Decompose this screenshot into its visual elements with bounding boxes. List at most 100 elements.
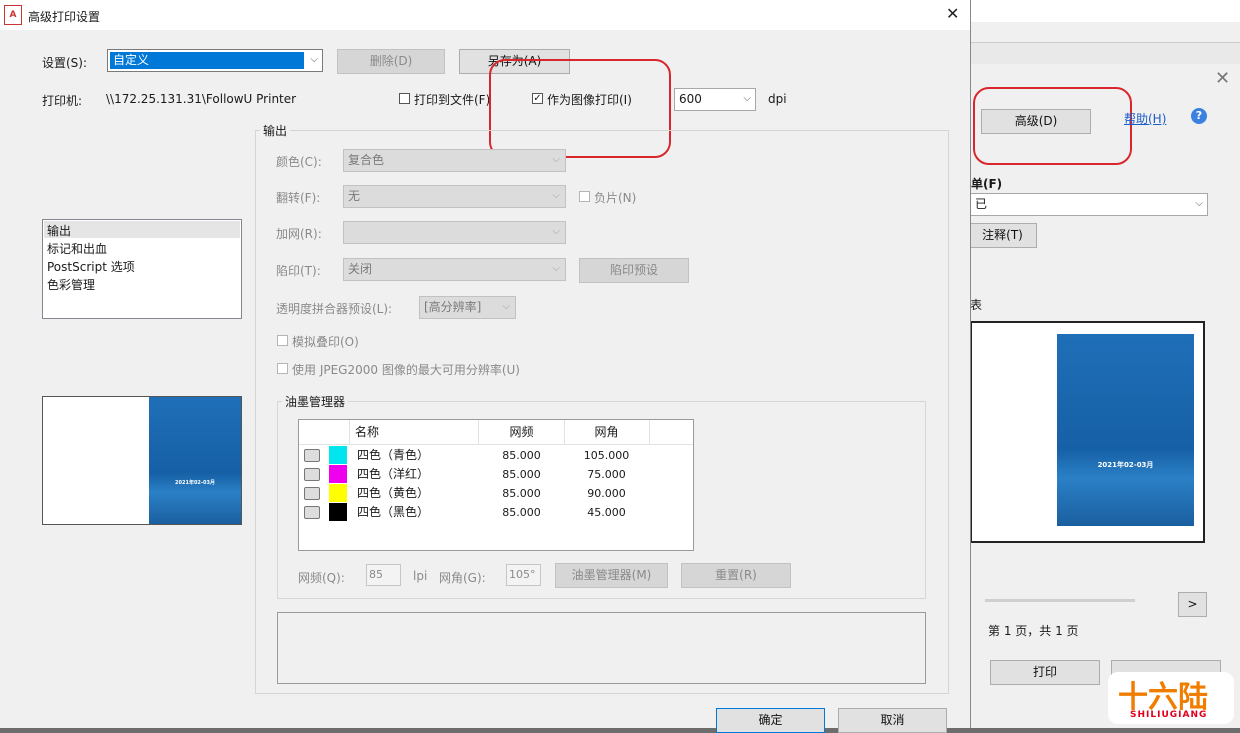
jpeg2000-checkbox[interactable]: [277, 363, 288, 374]
watermark-sub: SHILIUGIANG: [1130, 710, 1208, 720]
next-page-button[interactable]: >: [1178, 592, 1207, 617]
color-label: 颜色(C):: [276, 155, 322, 169]
ink-table-header: 名称 网频 网角: [299, 420, 693, 445]
ink-manager-group-title: 油墨管理器: [282, 393, 349, 410]
flip-select-value: 无: [348, 189, 361, 203]
settings-category-list[interactable]: 输出 标记和出血 PostScript 选项 色彩管理: [42, 219, 242, 319]
close-icon[interactable]: ✕: [946, 4, 959, 23]
ink-table-row[interactable]: 四色（黄色） 85.000 90.000: [299, 484, 693, 503]
pages-select-value: 已: [975, 197, 988, 211]
ink-angle: 45.000: [587, 506, 626, 519]
ink-angle: 90.000: [587, 487, 626, 500]
dpi-unit: dpi: [768, 92, 787, 106]
dpi-select[interactable]: 600 ⌵: [674, 88, 756, 111]
ink-color-swatch: [329, 503, 347, 521]
chevron-down-icon: ⌵: [1195, 198, 1203, 209]
chevron-down-icon: ⌵: [502, 301, 510, 312]
trap-select[interactable]: 关闭 ⌵: [343, 258, 566, 281]
color-select-value: 复合色: [348, 153, 385, 167]
reset-button[interactable]: 重置(R): [681, 563, 791, 588]
trap-select-value: 关闭: [348, 262, 373, 276]
ink-frequency: 85.000: [502, 468, 541, 481]
screen-label: 加网(R):: [276, 227, 322, 241]
page-count-text: 第 1 页，共 1 页: [988, 624, 1079, 638]
printer-label: 打印机:: [42, 94, 83, 108]
ink-angle: 75.000: [587, 468, 626, 481]
preview-scroll-track[interactable]: [985, 599, 1135, 602]
pages-select[interactable]: 已 ⌵: [970, 193, 1208, 216]
list-item-color-management[interactable]: 色彩管理: [47, 276, 95, 293]
angle-label: 网角(G):: [439, 571, 486, 585]
acrobat-icon: A: [4, 5, 22, 25]
ink-frequency: 85.000: [502, 449, 541, 462]
help-link[interactable]: 帮助(H): [1124, 110, 1166, 127]
angle-input[interactable]: 105°: [506, 564, 541, 586]
ink-table-header-blank: [299, 420, 350, 444]
flip-select[interactable]: 无 ⌵: [343, 185, 566, 208]
list-selection-highlight: [44, 221, 240, 238]
settings-select-value: 自定义: [113, 53, 150, 67]
ink-name: 四色（黄色）: [357, 486, 430, 500]
list-item-output[interactable]: 输出: [47, 222, 71, 239]
dialog-title: 高级打印设置: [28, 10, 101, 24]
ink-name: 四色（洋红）: [357, 467, 430, 481]
ink-table-header-frequency[interactable]: 网频: [479, 420, 565, 444]
question-icon[interactable]: ?: [1191, 108, 1207, 124]
ink-frequency: 85.000: [502, 487, 541, 500]
description-box: [277, 612, 926, 684]
printer-name: \\172.25.131.31\FollowU Printer: [106, 92, 297, 106]
printer-icon: [304, 487, 320, 500]
delete-button[interactable]: 删除(D): [337, 49, 445, 74]
frequency-label: 网频(Q):: [298, 571, 345, 585]
ink-manager-button[interactable]: 油墨管理器(M): [555, 563, 668, 588]
print-button[interactable]: 打印: [990, 660, 1100, 685]
thumbnail-cover-date: 2021年02-03月: [175, 480, 215, 486]
page-thumbnail: 2021年02-03月: [42, 396, 242, 525]
list-item-marks-bleeds[interactable]: 标记和出血: [47, 240, 107, 257]
thumbnail-cover-image: 2021年02-03月: [149, 397, 241, 524]
simulate-overprint-label: 模拟叠印(O): [292, 335, 359, 349]
color-select[interactable]: 复合色 ⌵: [343, 149, 566, 172]
settings-label: 设置(S):: [42, 56, 88, 70]
trap-preset-button[interactable]: 陷印预设: [579, 258, 689, 283]
screen-select[interactable]: ⌵: [343, 221, 566, 244]
trap-label: 陷印(T):: [276, 264, 321, 278]
ok-button[interactable]: 确定: [716, 708, 825, 733]
ink-table-header-name[interactable]: 名称: [349, 420, 479, 444]
simulate-overprint-checkbox[interactable]: [277, 335, 288, 346]
lpi-unit: lpi: [413, 569, 428, 583]
ink-name: 四色（黑色）: [357, 505, 430, 519]
highlight-circle-advanced: [973, 87, 1132, 165]
print-dialog-close-icon[interactable]: ✕: [1215, 68, 1230, 89]
ink-color-swatch: [329, 446, 347, 464]
printer-icon: [304, 468, 320, 481]
ink-color-swatch: [329, 484, 347, 502]
print-to-file-checkbox[interactable]: [399, 93, 410, 104]
transparency-label: 透明度拼合器预设(L):: [276, 302, 393, 316]
settings-select[interactable]: 自定义 ⌵: [107, 49, 323, 72]
ink-table-row[interactable]: 四色（洋红） 85.000 75.000: [299, 465, 693, 484]
printer-icon: [304, 506, 320, 519]
frequency-input[interactable]: 85: [366, 564, 401, 586]
printer-icon: [304, 449, 320, 462]
transparency-select[interactable]: [高分辨率] ⌵: [419, 296, 516, 319]
ink-frequency: 85.000: [502, 506, 541, 519]
cancel-button[interactable]: 取消: [838, 708, 947, 733]
negative-label: 负片(N): [594, 191, 637, 205]
ink-table-row[interactable]: 四色（青色） 85.000 105.000: [299, 446, 693, 465]
negative-checkbox[interactable]: [579, 191, 590, 202]
comments-button[interactable]: 注释(T): [968, 223, 1037, 248]
chevron-down-icon: ⌵: [310, 54, 318, 65]
preview-side-label: 表: [970, 298, 983, 312]
watermark-logo: 十六陆 SHILIUGIANG: [1108, 672, 1234, 724]
ink-table[interactable]: 名称 网频 网角 四色（青色） 85.000 105.000 四色（洋红） 85.000…: [298, 419, 694, 551]
ink-table-header-angle[interactable]: 网角: [564, 420, 650, 444]
print-to-file-label: 打印到文件(F): [414, 93, 491, 107]
ink-table-row[interactable]: 四色（黑色） 85.000 45.000: [299, 503, 693, 522]
ink-name: 四色（青色）: [357, 448, 430, 462]
jpeg2000-label: 使用 JPEG2000 图像的最大可用分辨率(U): [292, 363, 520, 377]
list-item-postscript[interactable]: PostScript 选项: [47, 258, 135, 275]
transparency-select-value: [高分辨率]: [424, 300, 482, 314]
chevron-down-icon: ⌵: [552, 226, 560, 237]
preview-cover-image: 2021年02-03月: [1057, 334, 1194, 526]
